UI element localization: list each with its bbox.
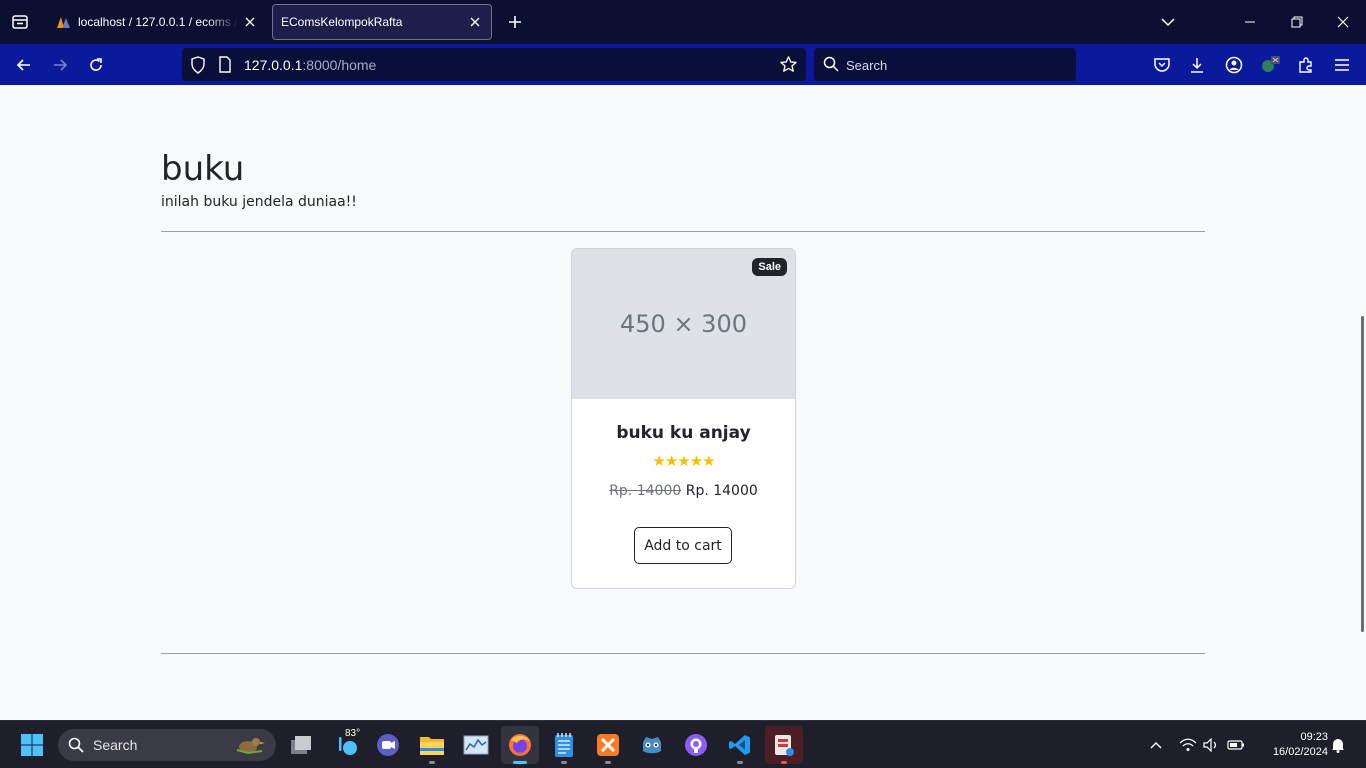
github-icon[interactable]: [677, 726, 715, 764]
url-bar[interactable]: 127.0.0.1:8000/home: [182, 48, 806, 81]
sale-badge: Sale: [752, 258, 787, 276]
search-bar[interactable]: Search: [814, 48, 1076, 81]
page-subtitle: inilah buku jendela duniaa!!: [161, 194, 357, 210]
taskbar-search[interactable]: Search: [58, 729, 276, 761]
tab-phpmyadmin[interactable]: localhost / 127.0.0.1 / ecoms / it: [44, 4, 266, 40]
tab-strip: localhost / 127.0.0.1 / ecoms / it EComs…: [0, 0, 1366, 44]
running-indicator: [737, 761, 743, 764]
divider-bottom: [161, 653, 1205, 654]
old-price: Rp. 14000: [609, 483, 682, 499]
tab-title: EComsKelompokRafta: [281, 15, 403, 29]
star-icon[interactable]: [779, 55, 798, 79]
puzzle-icon[interactable]: [1293, 52, 1319, 78]
wifi-icon[interactable]: [1178, 721, 1198, 768]
running-indicator: [513, 761, 527, 764]
running-indicator: [561, 761, 567, 764]
close-icon[interactable]: [463, 10, 487, 34]
tab-list-icon[interactable]: [8, 10, 32, 34]
running-indicator: [429, 761, 435, 764]
weather-icon[interactable]: 83°: [326, 726, 368, 764]
page-icon[interactable]: [218, 56, 232, 78]
windows-icon[interactable]: [13, 726, 51, 764]
volume-icon[interactable]: [1201, 721, 1221, 768]
add-to-cart-button[interactable]: Add to cart: [634, 527, 732, 564]
page-title: buku: [161, 149, 245, 189]
taskbar-search-label: Search: [93, 737, 138, 753]
url-text: 127.0.0.1:8000/home: [244, 57, 376, 73]
rating-stars: ★★★★★: [652, 453, 715, 470]
close-window-icon[interactable]: [1329, 8, 1357, 36]
nav-toolbar: 127.0.0.1:8000/home Search: [0, 44, 1366, 85]
bell-icon[interactable]: [1328, 721, 1348, 768]
file-explorer-icon[interactable]: [413, 726, 451, 764]
tab-ecoms[interactable]: EComsKelompokRafta: [272, 4, 492, 40]
back-icon[interactable]: [11, 52, 37, 78]
task-view-icon[interactable]: [282, 726, 320, 764]
godot-icon[interactable]: [633, 726, 671, 764]
battery-icon[interactable]: [1225, 721, 1247, 768]
download-icon[interactable]: [1184, 52, 1210, 78]
running-indicator: [605, 761, 611, 764]
pocket-icon[interactable]: [1149, 52, 1175, 78]
product-price: Rp. 14000 Rp. 14000: [572, 483, 795, 499]
reload-icon[interactable]: [83, 52, 109, 78]
running-indicator: [781, 761, 787, 764]
url-path: :8000/home: [302, 57, 377, 73]
perf-monitor-icon[interactable]: [457, 726, 495, 764]
page-content: buku inilah buku jendela duniaa!! 450 × …: [0, 85, 1366, 720]
search-icon: [68, 737, 84, 758]
chevron-down-icon[interactable]: [1154, 8, 1182, 36]
taskbar: Search 83° 09:23 16/02/2024: [0, 720, 1366, 768]
firefox-icon[interactable]: [501, 726, 539, 764]
app-icon[interactable]: [765, 726, 803, 764]
teams-icon[interactable]: [369, 726, 407, 764]
product-name: buku ku anjay: [616, 423, 751, 443]
search-placeholder: Search: [846, 58, 888, 73]
weather-temp: 83°: [345, 728, 361, 739]
account-icon[interactable]: [1221, 52, 1247, 78]
clock[interactable]: 09:23 16/02/2024: [1258, 730, 1328, 760]
clock-date: 16/02/2024: [1272, 746, 1328, 758]
restore-icon[interactable]: [1283, 8, 1311, 36]
clock-time: 09:23: [1300, 731, 1328, 743]
current-price: Rp. 14000: [685, 483, 758, 499]
vscode-icon[interactable]: [721, 726, 759, 764]
product-card[interactable]: 450 × 300 Sale buku ku anjay ★★★★★ Rp. 1…: [571, 248, 796, 589]
divider-top: [161, 231, 1205, 232]
url-host: 127.0.0.1: [244, 57, 303, 73]
bird-icon: [234, 733, 268, 762]
minimize-icon[interactable]: [1236, 8, 1264, 36]
close-icon[interactable]: [238, 10, 262, 34]
xampp-icon[interactable]: [589, 726, 627, 764]
pma-favicon: [56, 14, 72, 30]
tab-title: localhost / 127.0.0.1 / ecoms / it: [78, 15, 238, 29]
page-scrollbar[interactable]: [1361, 316, 1364, 632]
chevron-up-icon[interactable]: [1146, 721, 1166, 768]
extension-icon[interactable]: [1257, 52, 1283, 78]
notepad-icon[interactable]: [545, 726, 583, 764]
forward-icon[interactable]: [47, 52, 73, 78]
menu-icon[interactable]: [1329, 52, 1355, 78]
plus-icon[interactable]: [503, 10, 527, 34]
search-icon: [823, 56, 839, 77]
shield-icon[interactable]: [190, 56, 206, 79]
